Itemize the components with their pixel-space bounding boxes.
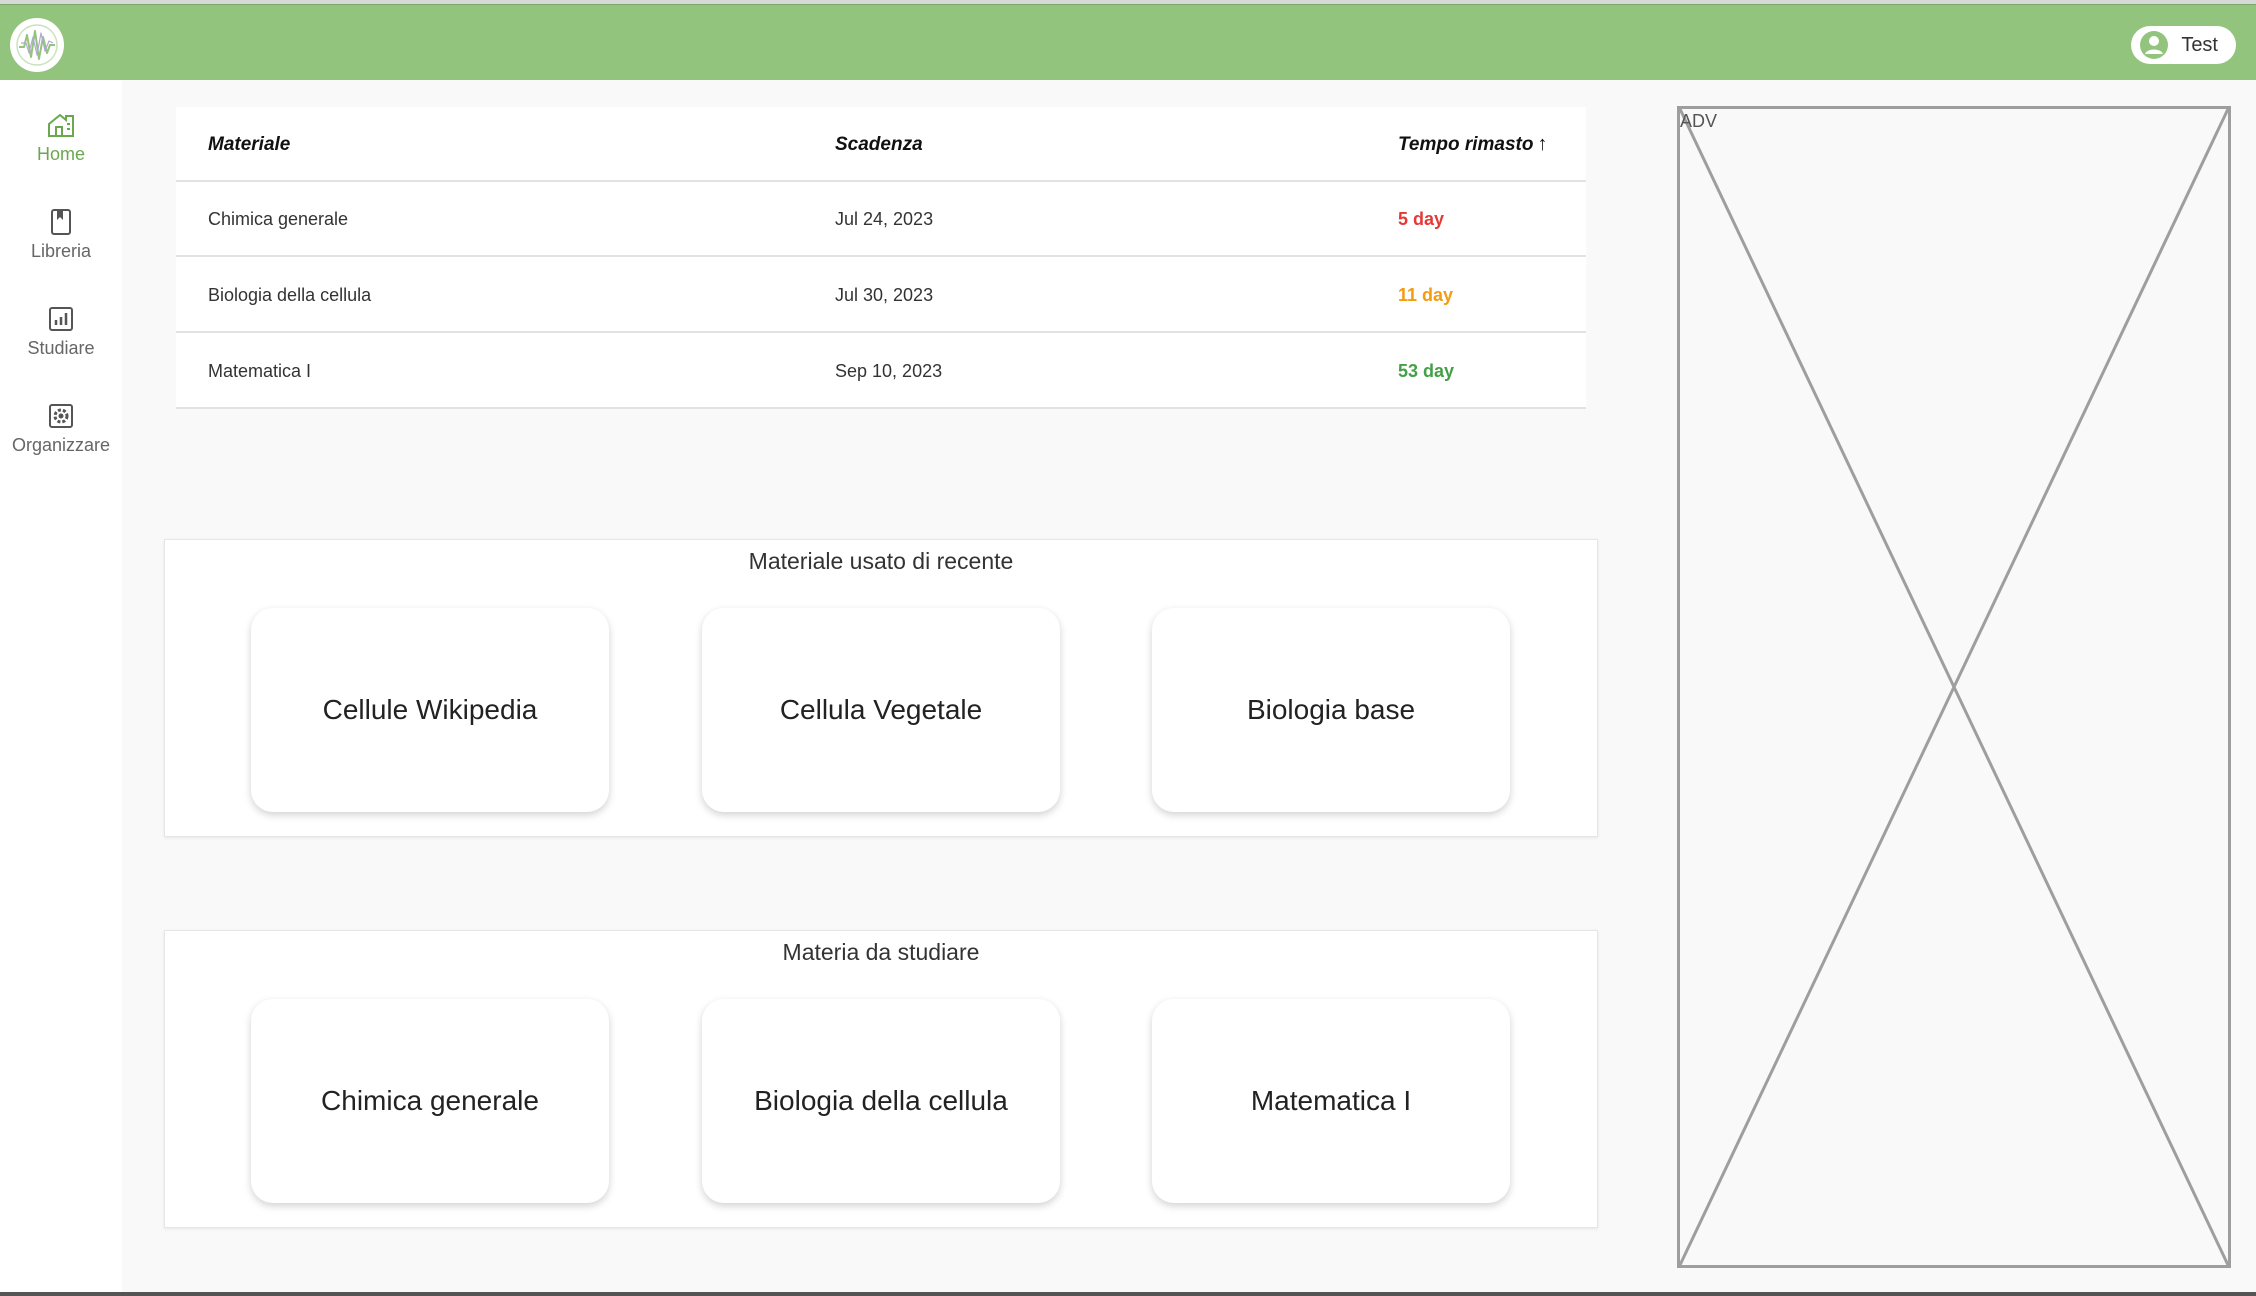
material-cell: Chimica generale [208,209,349,229]
waveform-logo-icon [16,24,58,66]
sidebar-item-organizzare[interactable]: Organizzare [0,401,122,481]
sidebar-item-label: Studiare [27,338,95,358]
top-app-bar: Test [0,4,2256,80]
gear-icon [49,404,73,428]
recent-material-card[interactable]: Biologia base [1152,608,1510,812]
column-header-remaining[interactable]: Tempo rimasto ↑ [1398,107,1548,182]
app-logo[interactable] [10,18,64,72]
ad-label: ADV [1680,111,1718,131]
bookmark-icon [51,209,71,235]
sidebar-item-studiare[interactable]: Studiare [0,304,122,384]
column-header-material[interactable]: Materiale [208,107,290,182]
table-row[interactable]: Biologia della cellula Jul 30, 2023 11 d… [176,258,1586,333]
deadlines-table: Materiale Scadenza Tempo rimasto ↑ Chimi… [176,107,1586,409]
sidebar-item-home[interactable]: Home [0,110,122,190]
recent-material-card[interactable]: Cellula Vegetale [702,608,1060,812]
subject-card[interactable]: Chimica generale [251,999,609,1203]
window-bottom-border [0,1292,2256,1296]
remaining-time-cell: 5 day [1398,209,1445,229]
material-cell: Biologia della cellula [208,285,372,305]
table-row[interactable]: Chimica generale Jul 24, 2023 5 day [176,182,1586,257]
recent-materials-panel: Materiale usato di recente Cellule Wikip… [164,539,1598,837]
recent-material-card[interactable]: Cellule Wikipedia [251,608,609,812]
sidebar-item-label: Libreria [30,241,92,261]
panel-title: Materia da studiare [782,939,980,965]
user-name: Test [2181,33,2218,56]
bar-chart-icon [49,307,73,331]
placeholder-cross-icon [1680,109,2228,1265]
remaining-time-cell: 53 day [1398,361,1455,381]
sidebar-item-libreria[interactable]: Libreria [0,207,122,287]
column-header-label: Tempo rimasto [1398,133,1534,155]
subject-card[interactable]: Matematica I [1152,999,1510,1203]
due-date-cell: Sep 10, 2023 [835,361,943,381]
subjects-to-study-panel: Materia da studiare Chimica generale Bio… [164,930,1598,1228]
home-icon [48,113,74,137]
due-date-cell: Jul 30, 2023 [835,285,934,305]
sidebar-nav: Home Libreria Studiare Organizzare [0,80,122,1292]
sort-ascending-icon[interactable]: ↑ [1538,133,1548,156]
table-header-row: Materiale Scadenza Tempo rimasto ↑ [176,107,1586,182]
subject-card[interactable]: Biologia della cellula [702,999,1060,1203]
sidebar-item-label: Home [36,144,85,164]
ad-placeholder[interactable]: ADV [1677,106,2231,1268]
panel-title: Materiale usato di recente [748,548,1014,574]
user-menu-button[interactable]: Test [2131,26,2236,64]
table-row[interactable]: Matematica I Sep 10, 2023 53 day [176,334,1586,409]
column-header-due[interactable]: Scadenza [835,107,923,182]
sidebar-item-label: Organizzare [11,435,111,455]
due-date-cell: Jul 24, 2023 [835,209,934,229]
account-circle-icon [2140,31,2169,59]
material-cell: Matematica I [208,361,312,381]
remaining-time-cell: 11 day [1398,285,1454,305]
